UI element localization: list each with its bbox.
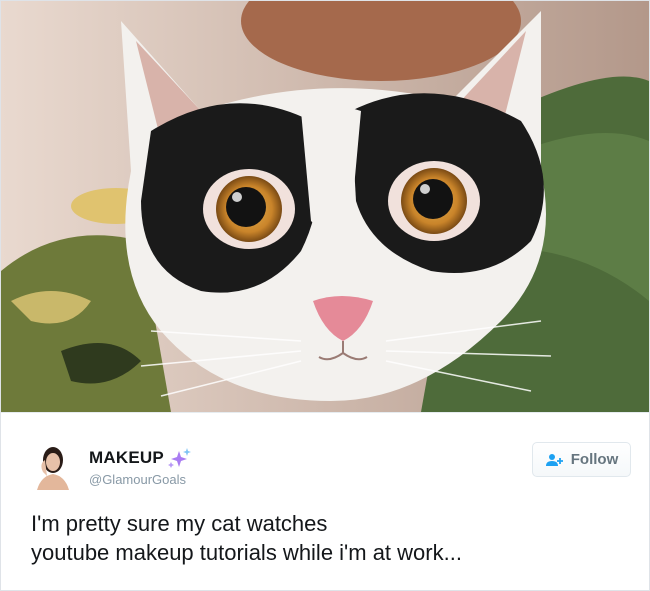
tweet-text-line: youtube makeup tutorials while i'm at wo… — [31, 540, 462, 565]
tweet-card: MAKEUP @GlamourGoals Follow I'm pretty s… — [0, 0, 650, 591]
avatar[interactable] — [31, 442, 75, 490]
cat-photo[interactable] — [1, 1, 649, 412]
follow-button-label: Follow — [570, 451, 619, 468]
tweet-text: I'm pretty sure my cat watches youtube m… — [31, 509, 621, 567]
follow-person-plus-icon — [545, 453, 563, 466]
author-handle[interactable]: @GlamourGoals — [89, 472, 186, 487]
author-display-name[interactable]: MAKEUP — [89, 448, 164, 468]
follow-button[interactable]: Follow — [532, 442, 631, 477]
tweet-body: MAKEUP @GlamourGoals Follow I'm pretty s… — [1, 412, 649, 590]
sparkles-icon — [167, 448, 191, 468]
author-name-row: MAKEUP — [89, 447, 191, 469]
tweet-text-line: I'm pretty sure my cat watches — [31, 511, 328, 536]
